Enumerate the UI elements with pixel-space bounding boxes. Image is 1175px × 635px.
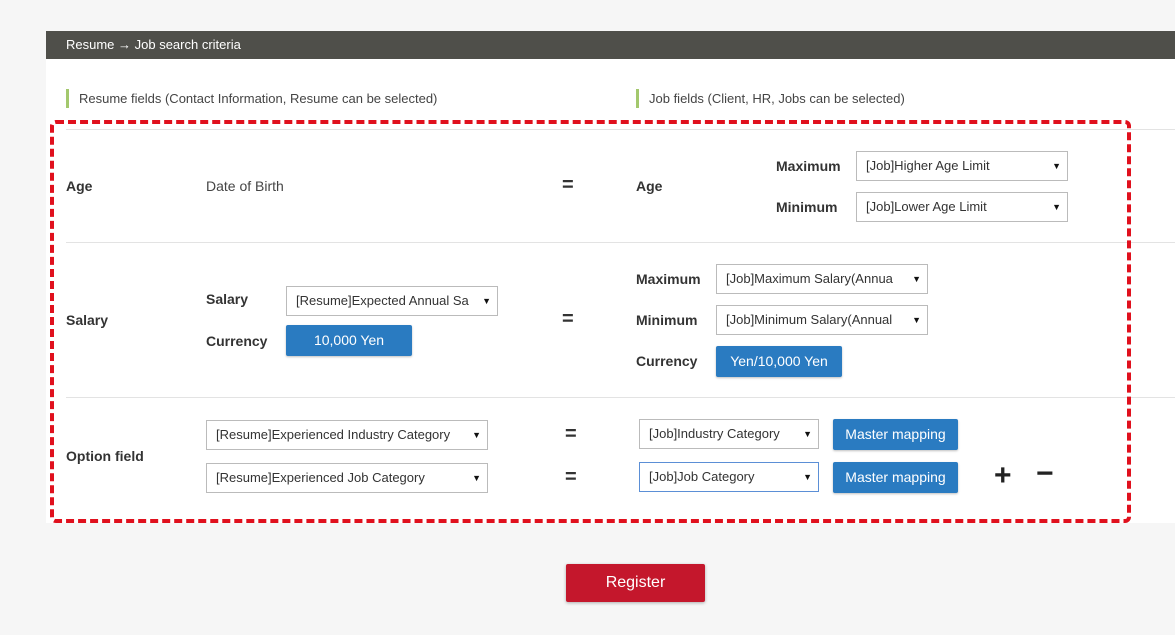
dropdown-arrow-icon: ▼	[1052, 161, 1061, 171]
age-row-label: Age	[66, 178, 93, 194]
master-mapping-button-1[interactable]: Master mapping	[833, 419, 958, 450]
age-min-select[interactable]: [Job]Lower Age Limit ▼	[856, 192, 1068, 222]
age-max-select-value: [Job]Higher Age Limit	[866, 158, 990, 173]
option-equals-2: =	[565, 466, 577, 488]
salary-row-label: Salary	[66, 312, 109, 328]
dropdown-arrow-icon: ▼	[912, 274, 921, 284]
option-resume-select-1[interactable]: [Resume]Experienced Industry Category ▼	[206, 420, 488, 450]
dropdown-arrow-icon: ▼	[803, 429, 812, 439]
dropdown-arrow-icon: ▼	[482, 296, 491, 306]
age-min-select-value: [Job]Lower Age Limit	[866, 199, 987, 214]
salary-min-select[interactable]: [Job]Minimum Salary(Annual ▼	[716, 305, 928, 335]
option-resume-select-2[interactable]: [Resume]Experienced Job Category ▼	[206, 463, 488, 493]
panel-header: Resume → Job search criteria	[46, 31, 1175, 59]
option-resume-select-1-value: [Resume]Experienced Industry Category	[216, 427, 451, 442]
option-job-select-2-value: [Job]Job Category	[649, 469, 755, 484]
age-equals: =	[562, 174, 574, 196]
resume-currency-label: Currency	[206, 333, 268, 349]
job-fields-heading: Job fields (Client, HR, Jobs can be sele…	[636, 89, 905, 108]
age-max-select[interactable]: [Job]Higher Age Limit ▼	[856, 151, 1068, 181]
dropdown-arrow-icon: ▼	[472, 473, 481, 483]
register-button[interactable]: Register	[566, 564, 705, 602]
age-min-label: Minimum	[776, 199, 838, 215]
dropdown-arrow-icon: ▼	[1052, 202, 1061, 212]
option-job-select-2[interactable]: [Job]Job Category ▼	[639, 462, 819, 492]
divider	[66, 129, 1175, 130]
dropdown-arrow-icon: ▼	[912, 315, 921, 325]
age-job-label: Age	[636, 178, 663, 194]
resume-fields-heading: Resume fields (Contact Information, Resu…	[66, 89, 437, 108]
master-mapping-button-2[interactable]: Master mapping	[833, 462, 958, 493]
salary-max-label: Maximum	[636, 271, 701, 287]
resume-salary-select[interactable]: [Resume]Expected Annual Sa ▼	[286, 286, 498, 316]
option-job-select-1-value: [Job]Industry Category	[649, 426, 780, 441]
job-currency-button[interactable]: Yen/10,000 Yen	[716, 346, 842, 377]
dropdown-arrow-icon: ▼	[803, 472, 812, 482]
resume-salary-label: Salary	[206, 291, 249, 307]
dropdown-arrow-icon: ▼	[472, 430, 481, 440]
option-equals-1: =	[565, 423, 577, 445]
resume-salary-select-value: [Resume]Expected Annual Sa	[296, 293, 469, 308]
age-max-label: Maximum	[776, 158, 841, 174]
divider	[66, 242, 1175, 243]
option-row-label: Option field	[66, 448, 144, 464]
option-job-select-1[interactable]: [Job]Industry Category ▼	[639, 419, 819, 449]
salary-max-select-value: [Job]Maximum Salary(Annua	[726, 271, 893, 286]
salary-equals: =	[562, 308, 574, 330]
remove-row-icon[interactable]: −	[1036, 459, 1054, 489]
divider	[66, 397, 1175, 398]
add-row-icon[interactable]: +	[994, 461, 1012, 491]
option-resume-select-2-value: [Resume]Experienced Job Category	[216, 470, 425, 485]
salary-max-select[interactable]: [Job]Maximum Salary(Annua ▼	[716, 264, 928, 294]
salary-min-select-value: [Job]Minimum Salary(Annual	[726, 312, 893, 327]
job-currency-label: Currency	[636, 353, 698, 369]
salary-min-label: Minimum	[636, 312, 698, 328]
resume-currency-button[interactable]: 10,000 Yen	[286, 325, 412, 356]
age-resume-value: Date of Birth	[206, 178, 284, 194]
